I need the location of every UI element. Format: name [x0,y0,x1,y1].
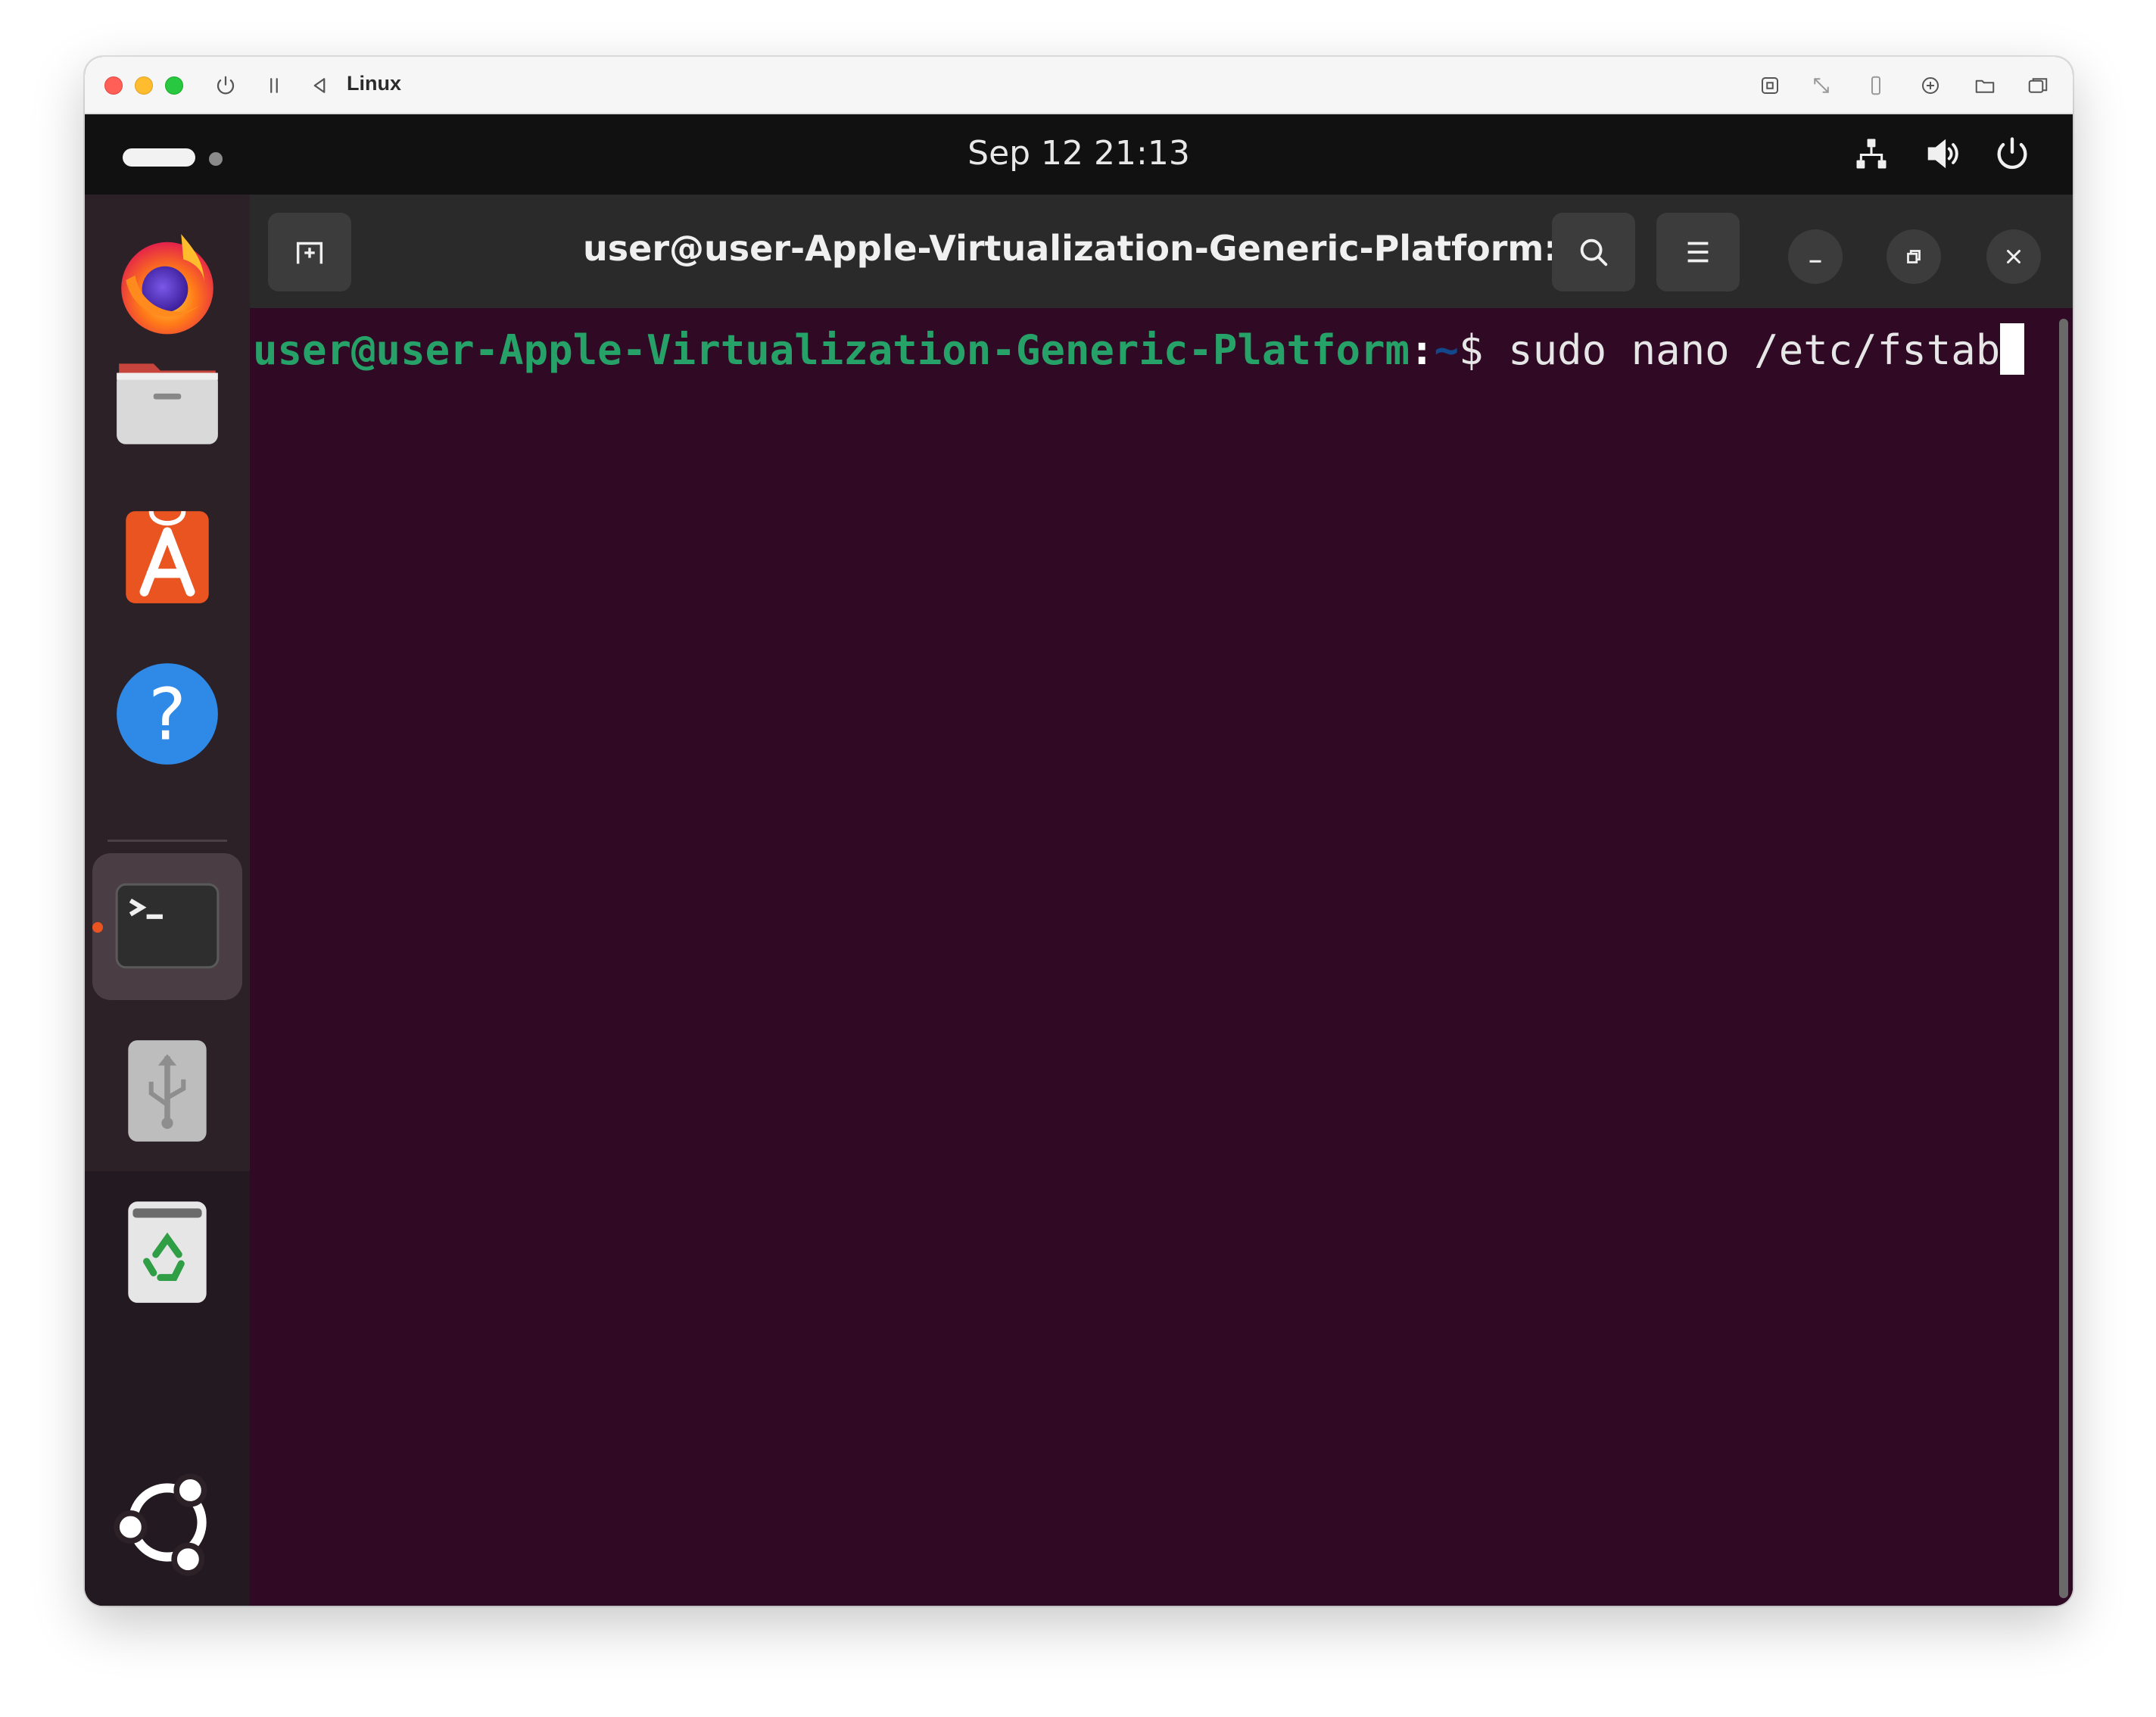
terminal-scrollbar[interactable] [2059,319,2068,1598]
search-button[interactable] [1552,213,1635,291]
help-icon: ? [117,663,218,765]
prompt-user-host: user@user-Apple-Virtualization-Generic-P… [253,326,1410,374]
close-icon [2007,250,2020,263]
usb-device-icon[interactable] [1861,70,1891,101]
dock-item-usb-drive[interactable] [110,1033,225,1148]
dock-item-app-center[interactable] [110,497,225,612]
svg-text:?: ? [148,674,186,756]
firefox-icon [121,234,213,335]
pause-icon[interactable] [259,70,289,101]
new-tab-button[interactable] [268,213,351,291]
dock-item-firefox[interactable] [110,225,225,340]
restore-icon [1907,250,1921,263]
close-button[interactable] [1986,229,2041,284]
minimize-button[interactable] [1788,229,1843,284]
new-tab-icon [296,242,323,264]
vm-title: Linux [347,72,401,95]
menu-button[interactable] [1656,213,1740,291]
vm-titlebar: Linux [85,57,2073,114]
terminal-window[interactable]: user@user-Apple-Virtualization-Generic-P… [250,195,2073,1606]
back-icon[interactable] [304,70,335,101]
dock-item-help[interactable]: ? [110,656,225,771]
clock[interactable]: Sep 12 21:13 [85,134,2073,173]
running-indicator [92,922,103,933]
files-icon [117,363,218,444]
restore-button[interactable] [1886,229,1941,284]
vm-window: Linux Sep 12 21:13 ? user@user-Apple-Vir… [85,57,2073,1606]
dock-item-files[interactable] [110,343,225,458]
prompt-symbol: $ [1459,326,1484,374]
usb-icon [128,1040,207,1142]
sharing-icon[interactable] [1915,70,1946,101]
resize-arrows-icon[interactable] [1806,70,1837,101]
terminal-output[interactable]: user@user-Apple-Virtualization-Generic-P… [250,308,2073,1606]
command-key-icon[interactable] [1755,70,1785,101]
terminal-icon [115,883,220,969]
prompt-line: user@user-Apple-Virtualization-Generic-P… [253,323,2025,377]
display-windows-icon[interactable] [2023,70,2053,101]
zoom-window-button[interactable] [165,76,183,95]
dock-item-trash[interactable] [110,1192,225,1307]
power-icon[interactable] [210,70,241,101]
hamburger-menu-icon [1687,242,1709,263]
shared-folder-icon[interactable] [1970,70,2000,101]
typed-command: sudo nano /etc/fstab [1483,326,2001,374]
trash-icon [128,1201,207,1303]
minimize-window-button[interactable] [135,76,153,95]
dock-separator [107,840,227,842]
ubuntu-logo-icon [114,1473,207,1576]
prompt-colon: : [1410,326,1435,374]
dock-item-show-apps[interactable] [110,1465,225,1580]
prompt-path: ~ [1434,326,1460,374]
minimize-icon [1809,260,1821,263]
text-cursor [2000,323,2025,375]
close-window-button[interactable] [104,76,123,95]
volume-icon[interactable] [1921,132,1964,175]
dock: ? [85,195,250,1606]
search-icon [1580,238,1608,266]
app-center-icon [126,510,209,603]
system-power-icon[interactable] [1991,132,2033,175]
network-icon[interactable] [1850,132,1893,175]
terminal-title: user@user-Apple-Virtualization-Generic-P… [583,228,1600,269]
dock-item-terminal[interactable] [110,868,225,983]
terminal-headerbar: user@user-Apple-Virtualization-Generic-P… [250,195,2073,308]
ubuntu-top-bar: Sep 12 21:13 [85,114,2073,195]
